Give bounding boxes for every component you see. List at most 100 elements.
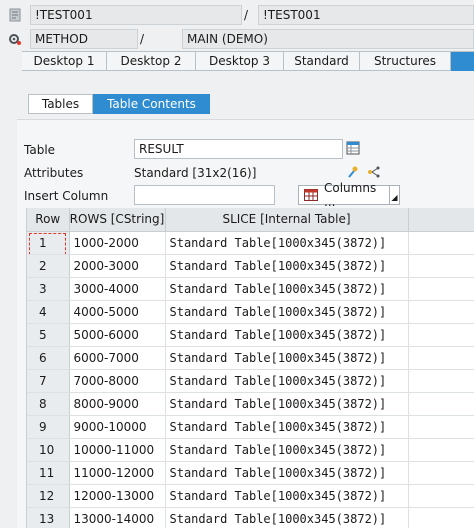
grid-header-row: Row ROWS [CString] SLICE [Internal Table… [27,208,474,232]
row-number[interactable]: 9 [27,415,70,439]
table-row[interactable]: 11 11000-12000 Standard Table[1000x345(387… [27,461,474,485]
slice-cell[interactable]: Standard Table[1000x345(3872)] [165,277,409,301]
table-row[interactable]: 10 10000-11000 Standard Table[1000x345(387… [27,438,474,462]
row-number[interactable]: 1 [27,231,70,255]
event-type-field[interactable]: METHOD [30,29,138,49]
table-row[interactable]: 1 1000-2000 Standard Table[1000x345(3872)] [27,231,474,255]
chevron-down-icon: ◢ [391,193,398,202]
empty-cell[interactable] [408,461,474,485]
row-number[interactable]: 4 [27,300,70,324]
table-row[interactable]: 12 12000-13000 Standard Table[1000x345(387… [27,484,474,508]
table-row[interactable]: 13 13000-14000 Standard Table[1000x345(387… [27,507,474,528]
insert-column-label: Insert Column [24,189,109,203]
rows-cell[interactable]: 8000-9000 [69,392,166,416]
empty-cell[interactable] [408,300,474,324]
attributes-label: Attributes [24,166,84,180]
row-number[interactable]: 3 [27,277,70,301]
table-list-icon[interactable] [346,141,360,155]
context-separator: / [140,32,145,46]
slice-cell[interactable]: Standard Table[1000x345(3872)] [165,415,409,439]
slice-cell[interactable]: Standard Table[1000x345(3872)] [165,254,409,278]
pin-icon[interactable] [346,165,360,179]
rows-cell[interactable]: 12000-13000 [69,484,166,508]
tab-structures[interactable]: Structures [360,52,451,71]
row-number[interactable]: 2 [27,254,70,278]
empty-cell[interactable] [408,484,474,508]
slice-cell[interactable]: Standard Table[1000x345(3872)] [165,300,409,324]
empty-cell[interactable] [408,507,474,528]
columns-button-label: Columns ... [324,181,377,209]
row-number[interactable]: 11 [27,461,70,485]
document-icon [8,8,22,22]
rows-cell[interactable]: 1000-2000 [69,231,166,255]
table-row[interactable]: 3 3000-4000 Standard Table[1000x345(3872)] [27,277,474,301]
empty-cell[interactable] [408,231,474,255]
rows-cell[interactable]: 3000-4000 [69,277,166,301]
table-row[interactable]: 4 4000-5000 Standard Table[1000x345(3872)] [27,300,474,324]
columns-dropdown-button[interactable]: ◢ [389,185,400,205]
rows-cell[interactable]: 13000-14000 [69,507,166,528]
gear-icon [8,32,22,46]
rows-cell[interactable]: 7000-8000 [69,369,166,393]
slice-cell[interactable]: Standard Table[1000x345(3872)] [165,438,409,462]
slice-cell[interactable]: Standard Table[1000x345(3872)] [165,231,409,255]
slice-cell[interactable]: Standard Table[1000x345(3872)] [165,323,409,347]
tab-desktop-1[interactable]: Desktop 1 [22,52,107,71]
program-field[interactable]: !TEST001 [30,5,242,25]
tab-tables[interactable]: Tables [28,94,93,114]
row-number[interactable]: 13 [27,507,70,528]
tab-active-overflow[interactable] [451,52,474,71]
empty-cell[interactable] [408,369,474,393]
column-header-rows[interactable]: ROWS [CString] [69,208,166,232]
slice-cell[interactable]: Standard Table[1000x345(3872)] [165,346,409,370]
empty-cell[interactable] [408,346,474,370]
empty-cell[interactable] [408,438,474,462]
table-row[interactable]: 7 7000-8000 Standard Table[1000x345(3872)] [27,369,474,393]
row-number[interactable]: 8 [27,392,70,416]
tab-table-contents[interactable]: Table Contents [93,94,210,114]
row-number[interactable]: 5 [27,323,70,347]
empty-cell[interactable] [408,392,474,416]
row-number[interactable]: 10 [27,438,70,462]
row-number[interactable]: 12 [27,484,70,508]
rows-cell[interactable]: 2000-3000 [69,254,166,278]
rows-cell[interactable]: 4000-5000 [69,300,166,324]
empty-cell[interactable] [408,277,474,301]
table-row[interactable]: 9 9000-10000 Standard Table[1000x345(3872)… [27,415,474,439]
table-row[interactable]: 2 2000-3000 Standard Table[1000x345(3872)] [27,254,474,278]
columns-icon [304,189,318,201]
tab-standard[interactable]: Standard [284,52,360,71]
rows-cell[interactable]: 11000-12000 [69,461,166,485]
empty-cell[interactable] [408,415,474,439]
tab-desktop-3[interactable]: Desktop 3 [196,52,284,71]
rows-cell[interactable]: 10000-11000 [69,438,166,462]
empty-cell[interactable] [408,254,474,278]
attributes-value: Standard [31x2(16)] [134,166,257,180]
slice-cell[interactable]: Standard Table[1000x345(3872)] [165,507,409,528]
column-header-empty [408,208,474,232]
column-header-row[interactable]: Row [27,208,70,232]
slice-cell[interactable]: Standard Table[1000x345(3872)] [165,369,409,393]
context-separator: / [244,8,249,22]
rows-cell[interactable]: 5000-6000 [69,323,166,347]
slice-cell[interactable]: Standard Table[1000x345(3872)] [165,461,409,485]
slice-cell[interactable]: Standard Table[1000x345(3872)] [165,392,409,416]
row-number[interactable]: 6 [27,346,70,370]
include-field[interactable]: !TEST001 [258,5,474,25]
rows-cell[interactable]: 9000-10000 [69,415,166,439]
table-row[interactable]: 8 8000-9000 Standard Table[1000x345(3872)] [27,392,474,416]
insert-column-input[interactable] [134,185,275,205]
hierarchy-icon[interactable] [366,165,380,179]
table-row[interactable]: 6 6000-7000 Standard Table[1000x345(3872)] [27,346,474,370]
columns-button[interactable]: Columns ... [298,181,390,209]
event-name-field[interactable]: MAIN (DEMO) [182,29,474,49]
table-row[interactable]: 5 5000-6000 Standard Table[1000x345(3872)] [27,323,474,347]
table-name-input[interactable]: RESULT [134,139,343,159]
column-header-slice[interactable]: SLICE [Internal Table] [165,208,409,232]
slice-cell[interactable]: Standard Table[1000x345(3872)] [165,484,409,508]
tab-desktop-2[interactable]: Desktop 2 [107,52,196,71]
empty-cell[interactable] [408,323,474,347]
table-label: Table [24,143,56,157]
row-number[interactable]: 7 [27,369,70,393]
rows-cell[interactable]: 6000-7000 [69,346,166,370]
